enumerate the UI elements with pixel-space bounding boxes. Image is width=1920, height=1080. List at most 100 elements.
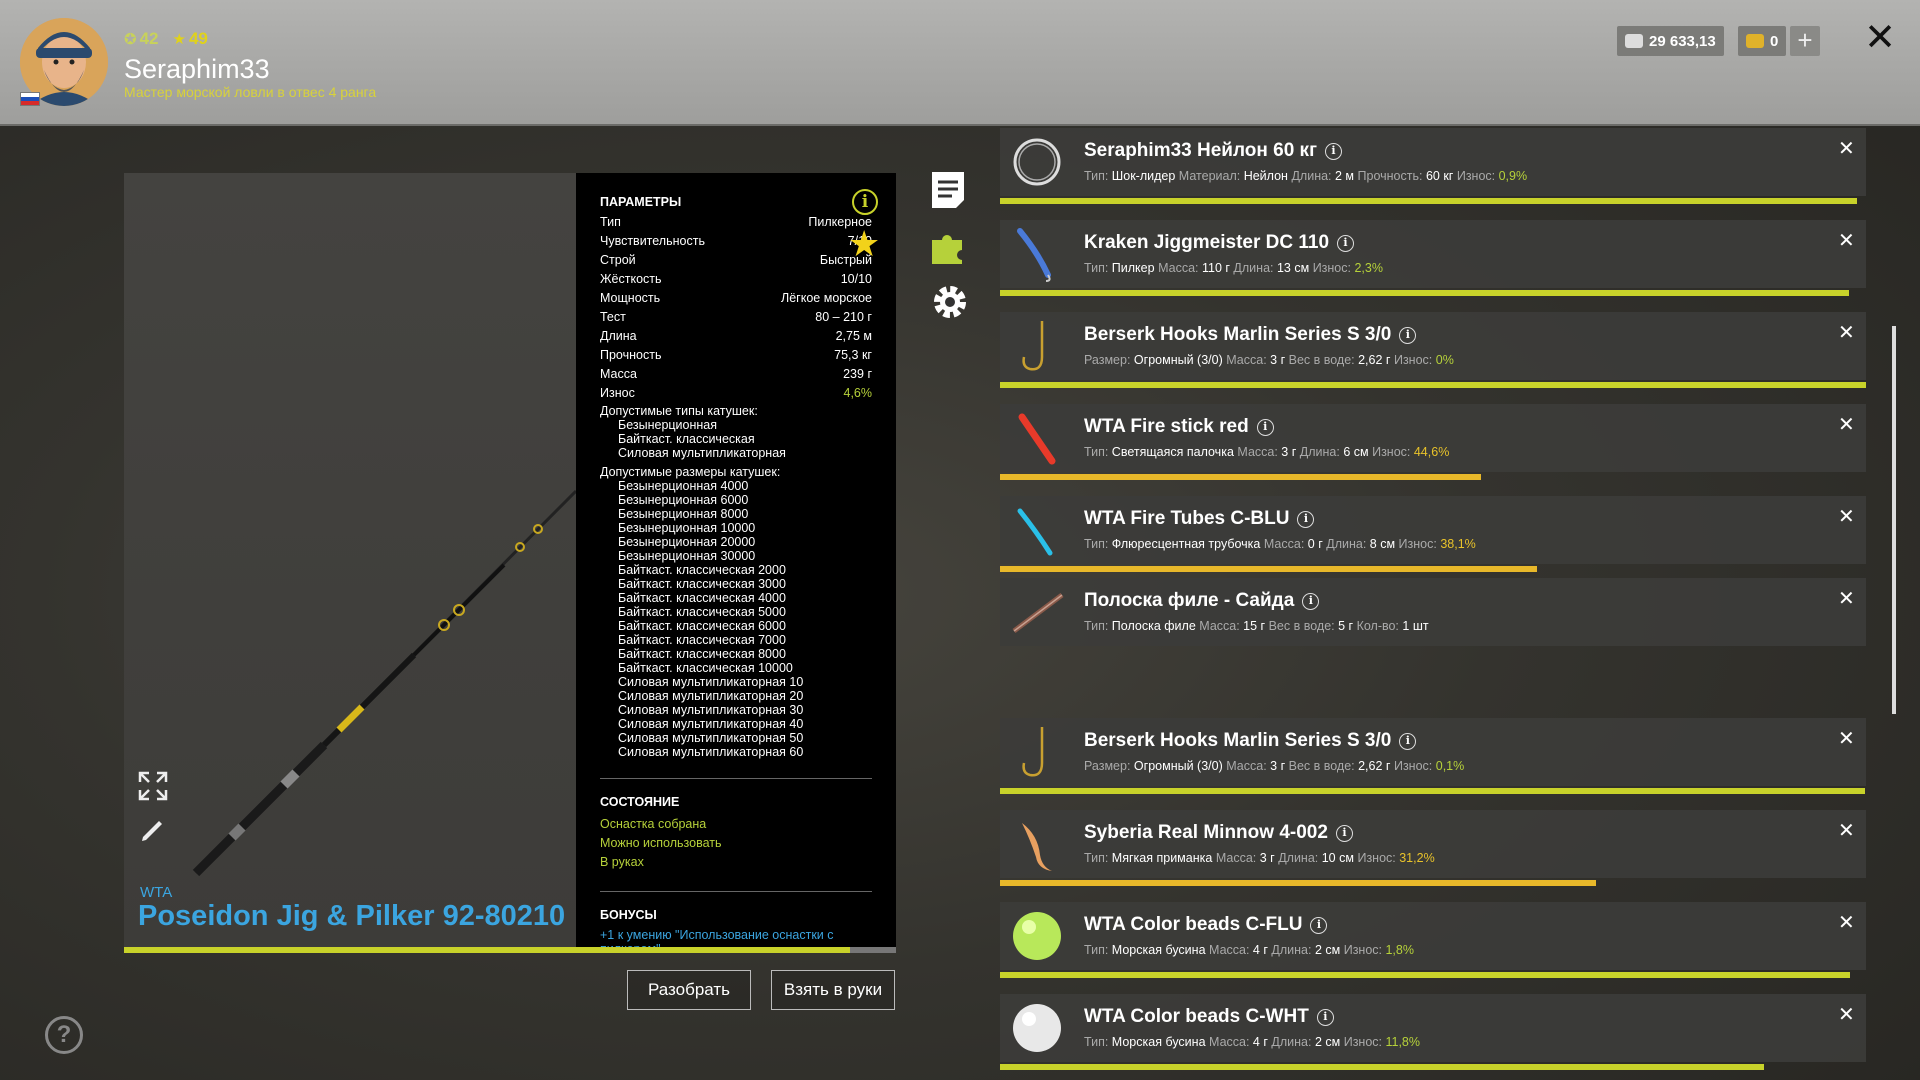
- info-icon[interactable]: i: [1337, 235, 1355, 252]
- tackle-item[interactable]: WTA Color beads C-FLU i Тип: Морская бусин…: [1000, 902, 1866, 970]
- tackle-thumb: [1008, 815, 1066, 873]
- tackle-item[interactable]: WTA Fire stick red i Тип: Светящаяся палоч…: [1000, 404, 1866, 472]
- tackle-item[interactable]: Seraphim33 Нейлон 60 кг i Тип: Шок-лидер М…: [1000, 128, 1866, 196]
- tackle-name: WTA Color beads C-FLU i: [1084, 914, 1328, 936]
- reel-size-item: Силовая мультипликаторная 50: [618, 731, 804, 745]
- remove-icon[interactable]: ✕: [1838, 818, 1855, 843]
- param-row: Длина 2,75 м: [600, 327, 872, 346]
- tackle-desc: Размер: Огромный (3/0) Масса: 3 г Вес в …: [1084, 353, 1454, 367]
- params-title: ПАРАМЕТРЫ: [600, 195, 682, 209]
- remove-icon[interactable]: ✕: [1838, 320, 1855, 345]
- remove-icon[interactable]: ✕: [1838, 412, 1855, 437]
- wear-value: 0%: [1435, 353, 1454, 367]
- silver-value: 29 633,13: [1649, 32, 1716, 50]
- desc-label: Масса:: [1263, 537, 1308, 551]
- tackle-thumb: [1008, 583, 1066, 641]
- desc-label: Тип:: [1084, 943, 1112, 957]
- desc-label: Тип:: [1084, 261, 1112, 275]
- desc-value: 0 г: [1307, 537, 1323, 551]
- remove-icon[interactable]: ✕: [1838, 910, 1855, 935]
- tackle-list[interactable]: Seraphim33 Нейлон 60 кг i Тип: Шок-лидер М…: [1000, 128, 1866, 1080]
- info-icon[interactable]: i: [1316, 1009, 1334, 1026]
- reel-size-item: Безынерционная 8000: [618, 507, 749, 521]
- info-icon[interactable]: i: [1324, 143, 1342, 160]
- info-icon[interactable]: i: [1302, 593, 1320, 610]
- desc-label: Масса:: [1226, 353, 1271, 367]
- reel-size-item: Силовая мультипликаторная 60: [618, 745, 804, 759]
- remove-icon[interactable]: ✕: [1838, 228, 1855, 253]
- reel-sizes-title: Допустимые размеры катушек:: [600, 465, 781, 479]
- wear-label: Износ:: [1343, 943, 1386, 957]
- disassemble-button[interactable]: Разобрать: [627, 970, 751, 1010]
- info-icon[interactable]: i: [1335, 825, 1353, 842]
- desc-label: Тип:: [1084, 851, 1112, 865]
- tackle-desc: Тип: Флюресцентная трубочка Масса: 0 г Д…: [1084, 537, 1476, 551]
- gold-coins-icon: [1746, 34, 1764, 48]
- wear-bar: [1000, 198, 1858, 204]
- info-icon[interactable]: i: [852, 189, 878, 215]
- desc-label: Масса:: [1209, 943, 1253, 957]
- reel-size-item: Силовая мультипликаторная 10: [618, 675, 804, 689]
- state-list: Оснастка собрана Можно использовать В рука…: [600, 815, 872, 872]
- wear-label: Износ:: [1357, 851, 1400, 865]
- remove-icon[interactable]: ✕: [1838, 586, 1855, 611]
- desc-value: Огромный (3/0): [1133, 759, 1223, 773]
- take-in-hands-button[interactable]: Взять в руки: [771, 970, 895, 1010]
- reel-types-list: Безынерционная Байткаст. классическая Сило…: [600, 418, 872, 460]
- tackle-item[interactable]: Berserk Hooks Marlin Series S 3/0 i Размер…: [1000, 312, 1866, 380]
- rod-brand: WTA: [140, 884, 173, 901]
- info-icon[interactable]: i: [1256, 419, 1274, 436]
- silver-balance: 29 633,13: [1617, 26, 1724, 56]
- tackle-desc: Тип: Шок-лидер Материал: Нейлон Длина: 2…: [1084, 169, 1527, 183]
- tackle-item[interactable]: Berserk Hooks Marlin Series S 3/0 i Размер…: [1000, 718, 1866, 786]
- remove-icon[interactable]: ✕: [1838, 1002, 1855, 1027]
- tackle-name: Kraken Jiggmeister DC 110 i: [1084, 232, 1355, 254]
- remove-icon[interactable]: ✕: [1838, 726, 1855, 751]
- help-icon[interactable]: ?: [45, 1016, 83, 1054]
- tackle-item[interactable]: Syberia Real Minnow 4-002 i Тип: Мягкая пр…: [1000, 810, 1866, 878]
- remove-icon[interactable]: ✕: [1838, 504, 1855, 529]
- wear-label: Износ:: [1343, 1035, 1386, 1049]
- tackle-item[interactable]: WTA Color beads C-WHT i Тип: Морская бусин…: [1000, 994, 1866, 1062]
- param-value: 2,75 м: [835, 329, 872, 343]
- tackle-name-text: Kraken Jiggmeister DC 110: [1084, 232, 1330, 253]
- wear-value: 31,2%: [1399, 851, 1435, 865]
- desc-label: Масса:: [1209, 1035, 1253, 1049]
- remove-icon[interactable]: ✕: [1838, 136, 1855, 161]
- info-icon[interactable]: i: [1399, 733, 1417, 750]
- tackle-name: WTA Fire stick red i: [1084, 416, 1274, 438]
- param-key: Тип: [600, 215, 621, 229]
- desc-value: 4 г: [1252, 1035, 1268, 1049]
- param-key: Чувствительность: [600, 234, 705, 248]
- edit-pencil-icon[interactable]: [138, 815, 168, 853]
- silver-coins-icon: [1625, 34, 1643, 48]
- favorite-star-icon[interactable]: ★: [848, 226, 880, 262]
- scrollbar[interactable]: [1892, 326, 1896, 714]
- reel-size-item: Силовая мультипликаторная 30: [618, 703, 804, 717]
- notes-icon[interactable]: [930, 170, 966, 215]
- desc-label: Масса:: [1215, 851, 1260, 865]
- info-icon[interactable]: i: [1297, 511, 1315, 528]
- desc-value: 3 г: [1270, 353, 1286, 367]
- puzzle-icon[interactable]: [930, 226, 970, 271]
- param-row: Чувствительность 7/10: [600, 232, 872, 251]
- add-gold-button[interactable]: +: [1790, 26, 1820, 56]
- level-value: 42: [139, 29, 159, 48]
- close-icon[interactable]: ✕: [1862, 19, 1898, 57]
- info-icon[interactable]: i: [1310, 917, 1328, 934]
- tackle-item[interactable]: WTA Fire Tubes C-BLU i Тип: Флюресцентная …: [1000, 496, 1866, 564]
- desc-label: Длина:: [1299, 445, 1344, 459]
- desc-label: Масса:: [1237, 445, 1282, 459]
- rod-preview[interactable]: [124, 173, 576, 947]
- param-value: 75,3 кг: [834, 348, 872, 362]
- param-value: 80 – 210 г: [815, 310, 872, 324]
- desc-label: Длина:: [1326, 537, 1370, 551]
- tackle-item[interactable]: Kraken Jiggmeister DC 110 i Тип: Пилкер Ма…: [1000, 220, 1866, 288]
- player-stats: ✪ 42 ★ 49: [124, 29, 208, 49]
- info-icon[interactable]: i: [1399, 327, 1417, 344]
- param-key: Прочность: [600, 348, 662, 362]
- tackle-item[interactable]: Полоска филе - Сайда i Тип: Полоска филе М…: [1000, 578, 1866, 646]
- gear-icon[interactable]: [930, 282, 970, 327]
- rod-params-panel[interactable]: ПАРАМЕТРЫ Тип Пилкерное Чувствительность 7/…: [576, 173, 896, 947]
- fullscreen-icon[interactable]: [138, 771, 168, 809]
